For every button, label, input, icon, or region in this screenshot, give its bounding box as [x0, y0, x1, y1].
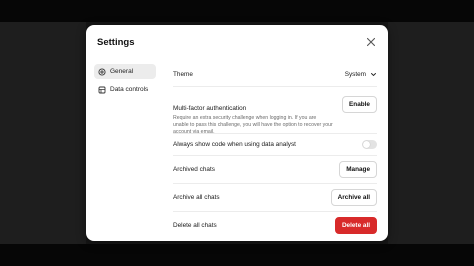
database-icon — [98, 86, 106, 94]
archive-all-label: Archive all chats — [173, 194, 220, 201]
chevron-down-icon — [370, 71, 377, 78]
manage-archived-button[interactable]: Manage — [339, 161, 377, 178]
code-analyst-label: Always show code when using data analyst — [173, 141, 296, 148]
enable-mfa-button[interactable]: Enable — [342, 96, 377, 113]
backdrop-shade-left — [0, 22, 86, 244]
code-analyst-toggle[interactable] — [362, 140, 377, 149]
sidebar-item-label: Data controls — [110, 86, 149, 93]
sidebar-item-data-controls[interactable]: Data controls — [94, 82, 156, 97]
mfa-label: Multi-factor authentication — [173, 105, 247, 112]
settings-dialog: Settings General Data controls Theme Sys… — [86, 25, 388, 241]
backdrop-shade-right — [388, 22, 474, 244]
mfa-description: Require an extra security challenge when… — [173, 115, 333, 135]
delete-all-label: Delete all chats — [173, 222, 217, 229]
sidebar-item-label: General — [110, 68, 134, 75]
close-icon — [365, 36, 377, 48]
gear-icon — [98, 67, 106, 76]
toggle-knob — [363, 141, 370, 148]
theme-row: Theme System — [173, 63, 377, 87]
archived-chats-row: Archived chats Manage — [173, 156, 377, 184]
theme-value: System — [344, 71, 366, 78]
delete-all-row: Delete all chats Delete all — [173, 212, 377, 239]
mfa-text: Multi-factor authentication Require an e… — [173, 87, 333, 136]
code-analyst-row: Always show code when using data analyst — [173, 134, 377, 156]
letterbox-top — [0, 0, 474, 22]
settings-sidebar: General Data controls — [94, 64, 156, 100]
dialog-title: Settings — [97, 37, 135, 48]
archive-all-row: Archive all chats Archive all — [173, 184, 377, 212]
theme-select[interactable]: System — [345, 71, 377, 78]
delete-all-button[interactable]: Delete all — [334, 217, 377, 234]
theme-label: Theme — [173, 71, 193, 78]
mfa-row: Multi-factor authentication Require an e… — [173, 87, 377, 136]
letterbox-bottom — [0, 244, 474, 266]
settings-panel: Theme System Multi-factor authentication… — [173, 63, 377, 239]
archive-all-button[interactable]: Archive all — [330, 189, 377, 206]
archived-chats-label: Archived chats — [173, 166, 215, 173]
close-button[interactable] — [365, 36, 377, 48]
sidebar-item-general[interactable]: General — [94, 64, 156, 79]
